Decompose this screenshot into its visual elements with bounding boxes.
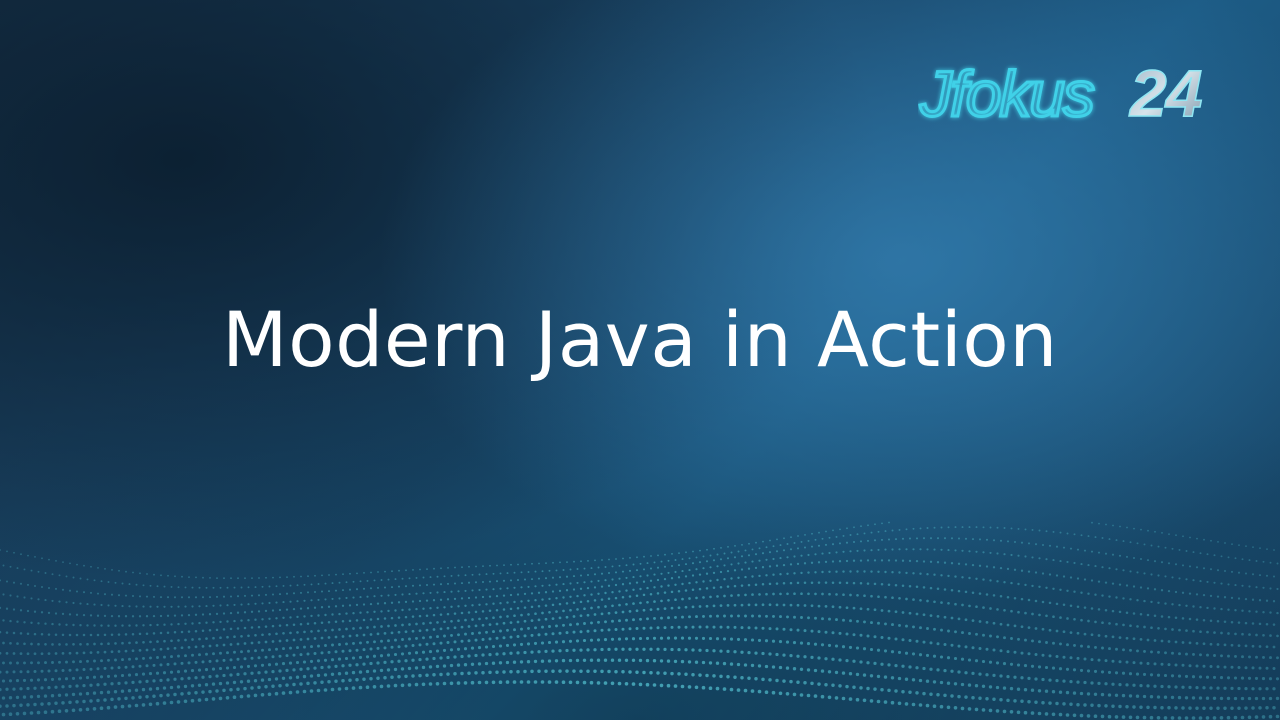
logo-number: 24 <box>1128 56 1202 128</box>
jfokus-logo: Jfokus 24 <box>918 55 1203 128</box>
dotted-wave-decoration <box>0 521 1280 720</box>
logo-word: Jfokus <box>919 58 1094 128</box>
slide: Jfokus 24 Modern Java in Action <box>0 0 1280 720</box>
slide-title: Modern Java in Action <box>222 295 1058 384</box>
